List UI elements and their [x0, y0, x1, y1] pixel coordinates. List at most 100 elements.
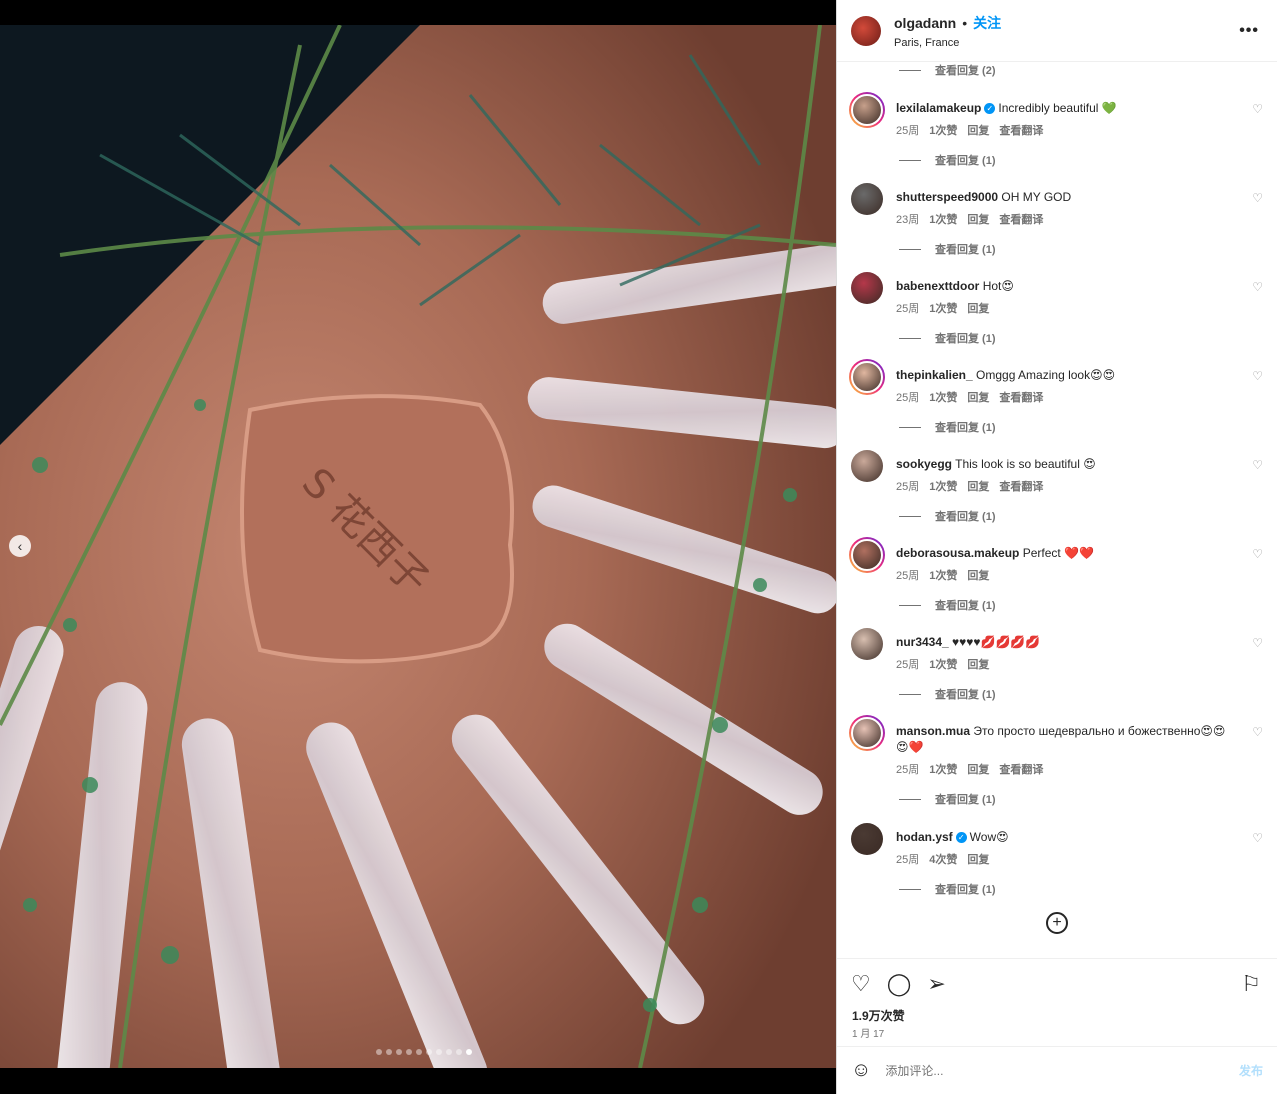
commenter-avatar[interactable] — [851, 183, 883, 215]
view-replies-button[interactable]: 查看回复 (1) — [837, 508, 996, 524]
commenter-username[interactable]: manson.mua — [896, 724, 970, 738]
post-photo[interactable]: S 花西子 — [0, 25, 836, 1068]
commenter-avatar[interactable] — [849, 537, 885, 573]
view-replies-button[interactable]: 查看回复 (1) — [837, 152, 996, 168]
comment-meta: 25周 1次赞 回复 — [896, 567, 989, 583]
comment-likes[interactable]: 1次赞 — [929, 389, 957, 405]
comment-like-icon[interactable]: ♡ — [1252, 458, 1263, 472]
comment-likes[interactable]: 1次赞 — [929, 567, 957, 583]
commenter-username[interactable]: hodan.ysf — [896, 830, 953, 844]
comment-likes[interactable]: 1次赞 — [929, 761, 957, 777]
comment-text: Hot😍 — [982, 279, 1014, 293]
comment-time: 25周 — [896, 125, 920, 137]
translate-button[interactable]: 查看翻译 — [999, 211, 1043, 227]
bookmark-icon[interactable]: ⚐ — [1241, 971, 1261, 997]
commenter-avatar[interactable] — [849, 359, 885, 395]
comment-text: This look is so beautiful 😍 — [955, 457, 1096, 471]
comment-likes[interactable]: 1次赞 — [929, 211, 957, 227]
replies-divider — [899, 426, 921, 428]
commenter-avatar-image — [851, 361, 883, 393]
commenter-username[interactable]: sookyegg — [896, 457, 952, 471]
carousel-dot-active — [466, 1049, 472, 1055]
carousel-dot — [416, 1049, 422, 1055]
comment-like-icon[interactable]: ♡ — [1252, 280, 1263, 294]
commenter-avatar-image — [851, 450, 883, 482]
comment-item: manson.mua Это просто шедеврально и боже… — [837, 711, 1277, 817]
comment-likes[interactable]: 1次赞 — [929, 478, 957, 494]
post-comment-button[interactable]: 发布 — [1239, 1062, 1263, 1079]
view-replies-button[interactable]: 查看回复 (1) — [837, 597, 996, 613]
reply-button[interactable]: 回复 — [967, 122, 989, 138]
comment-like-icon[interactable]: ♡ — [1252, 547, 1263, 561]
view-replies-button[interactable]: 查看回复 (1) — [837, 686, 996, 702]
commenter-avatar[interactable] — [851, 450, 883, 482]
comment-like-icon[interactable]: ♡ — [1252, 725, 1263, 739]
share-icon[interactable]: ➢ — [927, 971, 945, 997]
view-replies-button[interactable]: 查看回复 (1) — [837, 881, 996, 897]
comment-body: thepinkalien_ Omggg Amazing look😍😍 — [896, 367, 1236, 383]
like-icon[interactable]: ♡ — [851, 971, 871, 997]
comment-like-icon[interactable]: ♡ — [1252, 102, 1263, 116]
author-avatar[interactable] — [851, 15, 881, 46]
view-replies-button[interactable]: 查看回复 (1) — [837, 330, 996, 346]
author-username[interactable]: olgadann — [894, 15, 956, 31]
comment-body: lexilalamakeup ✓ Incredibly beautiful 💚 — [896, 100, 1236, 116]
likes-count[interactable]: 1.9万次赞 — [852, 1007, 905, 1024]
carousel-dot — [446, 1049, 452, 1055]
reply-button[interactable]: 回复 — [967, 478, 989, 494]
translate-button[interactable]: 查看翻译 — [999, 122, 1043, 138]
translate-button[interactable]: 查看翻译 — [999, 478, 1043, 494]
comment-like-icon[interactable]: ♡ — [1252, 636, 1263, 650]
comment-text: Perfect ❤️❤️ — [1022, 546, 1094, 560]
comment-likes[interactable]: 1次赞 — [929, 122, 957, 138]
post-date[interactable]: 1 月 17 — [852, 1025, 884, 1040]
comment-input[interactable] — [885, 1063, 1216, 1078]
reply-button[interactable]: 回复 — [967, 567, 989, 583]
more-options-icon[interactable]: ••• — [1239, 22, 1259, 40]
comment-likes[interactable]: 1次赞 — [929, 656, 957, 672]
commenter-username[interactable]: babenexttdoor — [896, 279, 979, 293]
translate-button[interactable]: 查看翻译 — [999, 389, 1043, 405]
view-replies-button[interactable]: 查看回复 (1) — [837, 419, 996, 435]
translate-button[interactable]: 查看翻译 — [999, 761, 1043, 777]
comment-like-icon[interactable]: ♡ — [1252, 191, 1263, 205]
post-location[interactable]: Paris, France — [894, 37, 1001, 49]
reply-button[interactable]: 回复 — [967, 761, 989, 777]
reply-button[interactable]: 回复 — [967, 851, 989, 867]
commenter-avatar[interactable] — [851, 823, 883, 855]
reply-button[interactable]: 回复 — [967, 389, 989, 405]
commenter-avatar[interactable] — [851, 272, 883, 304]
commenter-username[interactable]: nur3434_ — [896, 635, 949, 649]
replies-divider — [899, 515, 921, 517]
view-replies-button[interactable]: 查看回复 (1) — [837, 241, 996, 257]
commenter-avatar[interactable] — [851, 628, 883, 660]
view-replies-button[interactable]: 查看回复 (2) — [837, 62, 996, 78]
photo-artwork: S 花西子 — [0, 25, 836, 1068]
reply-button[interactable]: 回复 — [967, 656, 989, 672]
comment-time: 25周 — [896, 764, 920, 776]
commenter-username[interactable]: thepinkalien_ — [896, 368, 973, 382]
view-replies-label: 查看回复 (1) — [935, 600, 996, 612]
comment-item: lexilalamakeup ✓ Incredibly beautiful 💚 25周… — [837, 88, 1277, 177]
emoji-icon[interactable]: ☺ — [851, 1059, 871, 1082]
commenter-avatar[interactable] — [849, 92, 885, 128]
comment-body: sookyegg This look is so beautiful 😍 — [896, 456, 1236, 472]
commenter-avatar[interactable] — [849, 715, 885, 751]
commenter-username[interactable]: lexilalamakeup — [896, 101, 981, 115]
comment-like-icon[interactable]: ♡ — [1252, 369, 1263, 383]
comment-like-icon[interactable]: ♡ — [1252, 831, 1263, 845]
commenter-username[interactable]: deborasousa.makeup — [896, 546, 1019, 560]
follow-button[interactable]: 关注 — [973, 13, 1001, 33]
comment-icon[interactable]: ◯ — [887, 971, 912, 997]
carousel-prev-icon[interactable]: ‹ — [9, 535, 31, 557]
comment-likes[interactable]: 1次赞 — [929, 300, 957, 316]
view-replies-button[interactable]: 查看回复 (1) — [837, 791, 996, 807]
comment-likes[interactable]: 4次赞 — [929, 851, 957, 867]
reply-button[interactable]: 回复 — [967, 211, 989, 227]
comment-body: shutterspeed9000 OH MY GOD — [896, 189, 1236, 205]
reply-button[interactable]: 回复 — [967, 300, 989, 316]
post-actions: ♡ ◯ ➢ ⚐ 1.9万次赞 1 月 17 — [837, 958, 1277, 1046]
load-more-comments-icon[interactable]: + — [1046, 912, 1068, 934]
commenter-username[interactable]: shutterspeed9000 — [896, 190, 998, 204]
author-info: olgadann • 关注 Paris, France — [894, 13, 1001, 49]
